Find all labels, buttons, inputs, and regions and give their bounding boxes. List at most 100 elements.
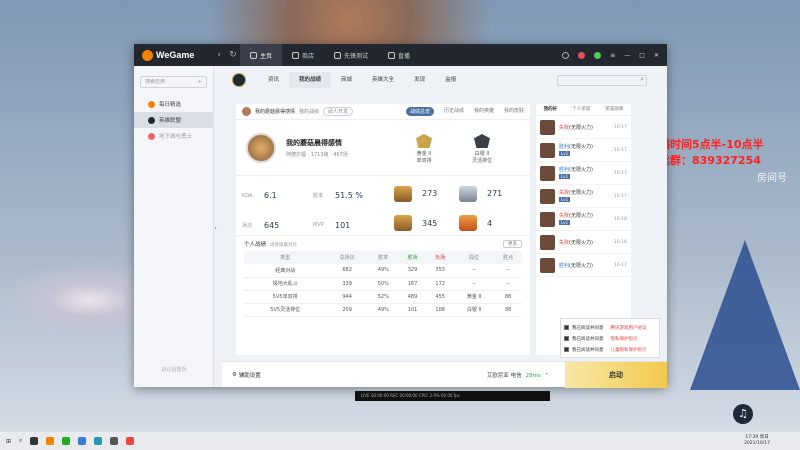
notification-icon[interactable]	[578, 51, 586, 59]
bottom-bar: ⚙ 辅助设置 艾欧尼亚 电信 28ms ⌃ 启动	[222, 361, 667, 388]
lol-nav-shop[interactable]: 商城	[331, 72, 362, 88]
champion-icon	[540, 119, 555, 135]
table-row[interactable]: 5V5灵活排位 209 49% 101 108 白银 II 88	[244, 303, 522, 317]
list-item[interactable]: 胜利(无限火力) Lv1 10-17	[536, 162, 631, 185]
list-item[interactable]: 失败(无限火力) 10-16	[536, 231, 631, 254]
records-header: 我的蘑菇晨得感情 我的战绩 武人开发 战绩总览 历史战绩 我的英雄 我的皮肤	[236, 104, 530, 120]
wegame-logo: WeGame	[142, 49, 212, 61]
refresh-button[interactable]: ↻	[226, 50, 240, 60]
tab-history[interactable]: 历史战绩	[444, 107, 464, 116]
add-icon[interactable]: +	[198, 77, 202, 87]
maximize-icon[interactable]: □	[639, 52, 645, 59]
tab-pioneer[interactable]: 先锋测试	[324, 44, 378, 66]
recording-status-bar: LIVE 00:00:00 REC 00:00:00 CPU: 2.9% 60.…	[355, 391, 550, 401]
taskview-icon[interactable]	[30, 437, 39, 445]
sidebar-item-daily[interactable]: 每日精选	[134, 96, 213, 112]
silver-rank-icon	[474, 134, 490, 148]
tab-home[interactable]: 主页	[240, 44, 283, 66]
start-icon[interactable]: ⊞	[6, 438, 11, 445]
back-button[interactable]: ‹	[212, 50, 226, 60]
window-controls: ≡ — □ ✕	[562, 51, 659, 59]
store-icon	[292, 51, 300, 59]
list-item[interactable]: 失败(无限火力) Lv1 10-17	[536, 185, 631, 208]
personal-records: 个人战绩 场等级最对比 更多 类型 总场次 胜率 胜场 负场 段位 胜点 经典对战 682 49% 3…	[236, 236, 530, 321]
app-icon[interactable]	[126, 437, 135, 445]
sidebar-footer[interactable]: 战以后首页	[134, 366, 214, 373]
records-table: 类型 总场次 胜率 胜场 负场 段位 胜点 经典对战 682 49% 329 353 -- -- 极地大…	[244, 251, 522, 317]
avatar[interactable]	[594, 51, 602, 59]
agreement-checkbox[interactable]	[564, 336, 569, 341]
lol-nav-discover[interactable]: 发现	[404, 72, 435, 88]
more-button[interactable]: 更多	[503, 240, 522, 248]
champion-icon	[540, 142, 555, 158]
rank-solo: 黄金 II 单双排	[416, 134, 432, 164]
minimize-icon[interactable]: —	[624, 52, 630, 59]
agreement-checkbox[interactable]	[564, 347, 569, 352]
lol-search-input[interactable]	[557, 74, 647, 86]
user-agreement-link[interactable]: 腾讯游戏用户协议	[611, 325, 647, 331]
stats-grid: KDA 6.1 胜率 51.5 % 场次 645 MVP 101	[242, 191, 363, 230]
tab-my-heroes[interactable]: 我的英雄	[474, 107, 494, 116]
server-select[interactable]: 艾欧尼亚 电信 28ms ⌃	[487, 371, 549, 379]
winrate-value: 51.5 %	[335, 191, 363, 201]
gift-icon[interactable]	[562, 51, 570, 59]
wegame-taskbar-icon[interactable]	[46, 437, 55, 445]
avatar	[242, 107, 251, 116]
launch-button[interactable]: 启动	[565, 361, 667, 388]
wechat-icon[interactable]	[62, 437, 71, 445]
lol-nav-news[interactable]: 资讯	[258, 72, 289, 88]
privacy-link[interactable]: 隐私保护指引	[611, 336, 638, 342]
list-item[interactable]: 失败(无限火力) 10-17	[536, 116, 631, 139]
champion-icon	[540, 211, 555, 227]
records-tabs: 战绩总览 历史战绩 我的英雄 我的皮肤	[405, 107, 524, 116]
tab-overview[interactable]: 战绩总览	[405, 107, 434, 116]
agreement-row[interactable]: 我已阅读并同意 腾讯游戏用户协议	[564, 322, 656, 333]
pioneer-icon	[334, 51, 342, 59]
crown-emblem-icon	[394, 215, 412, 232]
rank-flex: 白银 II 灵活排位	[472, 134, 492, 164]
status-badge[interactable]: 武人开发	[323, 107, 354, 116]
music-icon[interactable]: ♫	[733, 404, 753, 424]
table-row[interactable]: 极地大乱斗 339 50% 167 172 -- --	[244, 277, 522, 291]
sidebar-search[interactable]: 搜索应用 +	[140, 76, 207, 88]
menu-icon[interactable]: ≡	[610, 52, 615, 59]
table-row[interactable]: 5V5单双排 944 52% 489 455 黄金 II 88	[244, 290, 522, 304]
gold-emblem-icon	[394, 185, 412, 202]
obs-icon[interactable]	[110, 437, 119, 445]
settings-icon[interactable]: ⚙	[232, 372, 239, 378]
tab-live[interactable]: 直播	[378, 44, 420, 66]
sidebar-item-dnf[interactable]: 地下城与勇士	[134, 128, 213, 144]
lol-icon	[148, 116, 155, 124]
list-item[interactable]: 胜利(无限火力) Lv1 10-17	[536, 139, 631, 162]
agreement-row[interactable]: 我已阅读并同意 隐私保护指引	[564, 333, 656, 344]
child-privacy-link[interactable]: 儿童隐私保护指引	[611, 347, 647, 353]
table-row[interactable]: 经典对战 682 49% 329 353 -- --	[244, 264, 522, 278]
sidebar: 搜索应用 + 每日精选 英雄联盟 地下城与勇士 战以后首页	[134, 66, 214, 387]
assist-settings-button[interactable]: 辅助设置	[239, 371, 261, 379]
sidebar-item-lol[interactable]: 英雄联盟	[134, 112, 213, 128]
browser-icon[interactable]	[78, 437, 87, 445]
collapse-sidebar-icon[interactable]: ‹	[214, 224, 220, 238]
clock[interactable]: 17:29 周日 2021/10/17	[744, 435, 770, 447]
list-item[interactable]: 失败(无限火力) Lv1 10-18	[536, 208, 631, 231]
agreement-row[interactable]: 我已阅读并同意 儿童隐私保护指引	[564, 344, 656, 355]
app-icon[interactable]	[94, 437, 103, 445]
list-item[interactable]: 胜利(无限火力) 10-17	[536, 254, 631, 277]
profile-avatar[interactable]	[246, 132, 276, 163]
agreement-checkbox[interactable]	[564, 325, 569, 330]
lol-nav-records[interactable]: 我的战绩	[289, 72, 332, 88]
dnf-icon	[148, 132, 155, 140]
recent-tabs: 我的好 个人荣誉 荣誉勋章	[536, 104, 631, 116]
lol-nav-heroes[interactable]: 英雄大全	[362, 72, 404, 88]
close-icon[interactable]: ✕	[654, 52, 659, 59]
tab-store[interactable]: 商店	[282, 44, 324, 66]
kda-value: 6.1	[264, 191, 277, 201]
search-icon[interactable]: ⌕	[19, 437, 22, 445]
wegame-logo-icon	[142, 49, 153, 61]
tab-my-skins[interactable]: 我的皮肤	[504, 107, 524, 116]
daily-icon	[148, 100, 155, 108]
lol-nav-report[interactable]: 盒报	[435, 72, 466, 88]
records-panel: 我的蘑菇晨得感情 我的战绩 武人开发 战绩总览 历史战绩 我的英雄 我的皮肤 我…	[236, 104, 530, 355]
mvp-value: 101	[335, 220, 351, 230]
emblem-grid: 273 271 345 4	[384, 182, 524, 235]
